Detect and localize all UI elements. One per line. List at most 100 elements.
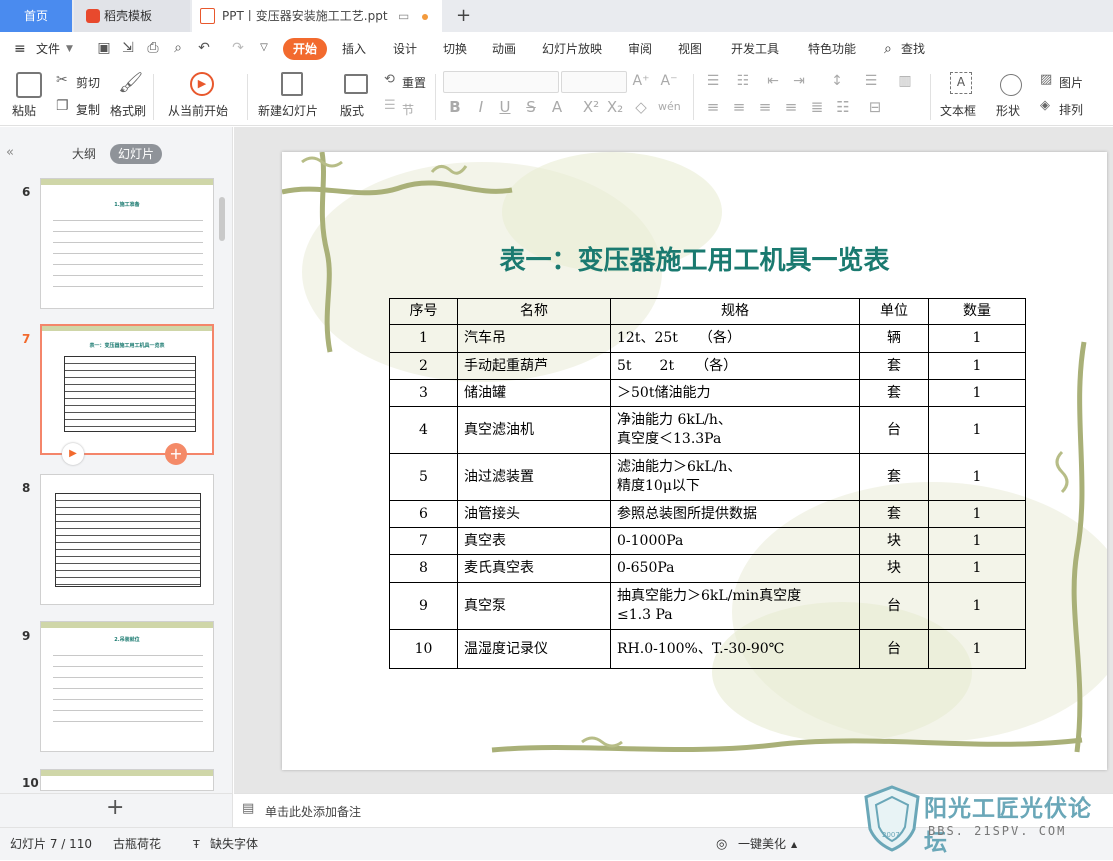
indent-decrease-icon[interactable]: ⇤ — [764, 72, 782, 90]
theme-name[interactable]: 古瓶荷花 — [113, 828, 161, 861]
print-icon[interactable]: ⎙ — [145, 40, 161, 56]
paragraph-icon[interactable]: ☷ — [834, 98, 852, 116]
thumbnail-scrollbar[interactable] — [219, 197, 225, 241]
tool-table[interactable]: 序号 名称 规格 单位 数量 1 汽车吊 12t、25t （各）辆 1 2 手动起重葫芦 5t 2t … — [389, 298, 1026, 669]
menu-developer[interactable]: 开发工具 — [731, 32, 779, 66]
scissors-icon[interactable]: ✂ — [56, 72, 68, 88]
layout-icon[interactable] — [344, 74, 368, 94]
notes-placeholder[interactable]: 单击此处添加备注 — [265, 803, 361, 820]
tab-slides[interactable]: 幻灯片 — [110, 144, 163, 164]
table-cell[interactable]: 套 — [859, 453, 929, 501]
table-cell[interactable]: 麦氏真空表 — [457, 554, 611, 583]
align-center-icon[interactable]: ≡ — [730, 98, 748, 116]
table-cell[interactable]: 1 — [928, 582, 1026, 630]
table-cell[interactable]: 台 — [859, 582, 929, 630]
table-header-cell[interactable]: 规格 — [610, 298, 860, 325]
reset-button[interactable]: 重置 — [402, 74, 426, 91]
menu-view[interactable]: 视图 — [678, 32, 702, 66]
table-cell[interactable]: 块 — [859, 554, 929, 583]
font-size-select[interactable] — [561, 71, 627, 93]
menu-file[interactable]: 文件 — [36, 32, 60, 66]
menu-review[interactable]: 审阅 — [628, 32, 652, 66]
new-slide-button[interactable]: 新建幻灯片 — [258, 102, 318, 119]
search-icon[interactable]: ⌕ — [884, 32, 892, 66]
table-cell[interactable]: 1 — [389, 324, 458, 353]
table-cell[interactable]: RH.0-100%、T.-30-90℃ — [610, 629, 860, 669]
indent-increase-icon[interactable]: ⇥ — [790, 72, 808, 90]
slide-canvas[interactable]: 表一：变压器施工用工机具一览表 序号 名称 规格 单位 数量 1 汽车吊 12t、25t （各… — [282, 152, 1107, 770]
menu-transition[interactable]: 切换 — [443, 32, 467, 66]
align-left-icon[interactable]: ≡ — [704, 98, 722, 116]
bold-icon[interactable]: B — [446, 98, 464, 116]
undo-icon[interactable]: ↶ — [196, 40, 212, 56]
shape-button[interactable]: 形状 — [996, 102, 1020, 119]
table-cell[interactable]: 1 — [928, 352, 1026, 380]
paste-button[interactable]: 粘贴 — [12, 102, 36, 119]
table-cell[interactable]: 1 — [928, 500, 1026, 528]
copy-button[interactable]: 复制 — [76, 101, 100, 118]
print-preview-icon[interactable]: ⌕ — [170, 40, 186, 56]
slide-thumbnail-9[interactable]: 2.吊装就位 — [40, 621, 214, 752]
menu-start[interactable]: 开始 — [283, 38, 328, 60]
table-cell[interactable]: 真空表 — [457, 527, 611, 555]
menu-insert[interactable]: 插入 — [342, 32, 366, 66]
menu-animation[interactable]: 动画 — [492, 32, 516, 66]
copy-icon[interactable]: ❐ — [56, 98, 69, 114]
redo-icon[interactable]: ↷ — [230, 40, 246, 56]
layout-button[interactable]: 版式 — [340, 102, 364, 119]
table-cell[interactable]: 8 — [389, 554, 458, 583]
strikethrough-icon[interactable]: S — [522, 98, 540, 116]
menu-features[interactable]: 特色功能 — [808, 32, 856, 66]
table-cell[interactable]: 1 — [928, 554, 1026, 583]
superscript-icon[interactable]: X² — [582, 98, 600, 116]
menu-design[interactable]: 设计 — [393, 32, 417, 66]
chevron-up-icon[interactable]: ▲ — [791, 828, 797, 861]
table-cell[interactable]: 真空滤油机 — [457, 406, 611, 454]
table-cell[interactable]: 净油能力 6kL/h、 真空度＜13.3Pa — [610, 406, 860, 454]
table-cell[interactable]: 台 — [859, 406, 929, 454]
table-cell[interactable]: 温湿度记录仪 — [457, 629, 611, 669]
slide-title[interactable]: 表一：变压器施工用工机具一览表 — [282, 240, 1107, 277]
table-cell[interactable]: 0-650Pa — [610, 554, 860, 583]
table-cell[interactable]: 5 — [389, 453, 458, 501]
table-cell[interactable]: 油过滤装置 — [457, 453, 611, 501]
paste-icon[interactable] — [16, 72, 42, 98]
format-painter-button[interactable]: 格式刷 — [110, 102, 146, 119]
slide-thumbnail-7[interactable]: 表一：变压器施工用工机具一览表 — [40, 324, 214, 455]
section-button[interactable]: 节 — [402, 101, 414, 118]
font-color-icon[interactable]: A — [548, 98, 566, 116]
menu-slideshow[interactable]: 幻灯片放映 — [542, 32, 602, 66]
table-header-cell[interactable]: 单位 — [859, 298, 929, 325]
table-cell[interactable]: 3 — [389, 379, 458, 407]
table-cell[interactable]: 1 — [928, 379, 1026, 407]
table-cell[interactable]: 滤油能力＞6kL/h、 精度10μ以下 — [610, 453, 860, 501]
table-cell[interactable]: 2 — [389, 352, 458, 380]
cut-button[interactable]: 剪切 — [76, 74, 100, 91]
table-cell[interactable]: ＞50t储油能力 — [610, 379, 860, 407]
columns-icon[interactable]: ▥ — [896, 72, 914, 90]
clear-format-icon[interactable]: ◇ — [632, 98, 650, 116]
table-cell[interactable]: 储油罐 — [457, 379, 611, 407]
line-spacing-icon[interactable]: ↕ — [828, 72, 846, 90]
table-cell[interactable]: 套 — [859, 379, 929, 407]
play-from-current-button[interactable]: 从当前开始 — [168, 102, 228, 119]
decrease-font-icon[interactable]: A⁻ — [660, 72, 678, 90]
tab-home[interactable]: 首页 — [0, 0, 72, 32]
italic-icon[interactable]: I — [472, 98, 490, 116]
table-cell[interactable]: 真空泵 — [457, 582, 611, 630]
font-family-select[interactable] — [443, 71, 559, 93]
add-slide-after-icon[interactable]: + — [165, 443, 187, 465]
section-icon[interactable]: ☰ — [384, 98, 396, 113]
table-header-cell[interactable]: 名称 — [457, 298, 611, 325]
beautify-button[interactable]: 一键美化 — [738, 828, 786, 861]
tab-outline[interactable]: 大纲 — [72, 145, 96, 162]
align-right-icon[interactable]: ≡ — [756, 98, 774, 116]
arrange-button[interactable]: 排列 — [1059, 101, 1083, 118]
table-cell[interactable]: 9 — [389, 582, 458, 630]
add-tab-button[interactable]: + — [456, 0, 471, 32]
chevron-down-icon[interactable]: ▼ — [66, 32, 73, 66]
table-cell[interactable]: 套 — [859, 500, 929, 528]
reset-icon[interactable]: ⟲ — [384, 72, 395, 87]
bullet-list-icon[interactable]: ☰ — [704, 72, 722, 90]
add-slide-button[interactable]: + — [106, 793, 124, 823]
